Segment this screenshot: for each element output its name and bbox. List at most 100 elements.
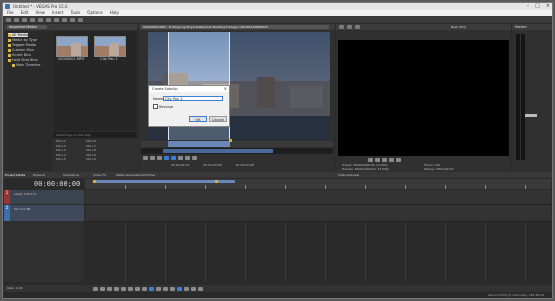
subclip-name-input[interactable]: City Pan 2 [163, 96, 223, 101]
video-track-header[interactable]: 1 Level: 100.0 % [4, 190, 84, 204]
audio-track-header[interactable]: 2 Vol: 0.0 dB [4, 205, 84, 221]
level-meter-right [521, 34, 525, 160]
shortcut-row: Ctrl+5 Ctrl+0 [56, 157, 96, 161]
trimmer-selection-bar[interactable] [168, 141, 230, 147]
play-icon[interactable] [143, 156, 148, 160]
close-icon[interactable]: × [546, 3, 550, 9]
undo-icon[interactable] [46, 17, 51, 22]
project-settings-icon[interactable] [339, 25, 344, 29]
title-bar: Untitled * - VEGAS Pro 15.0 – □ × [3, 3, 552, 10]
redo-icon[interactable] [54, 17, 59, 22]
media-bins-tree: All Media Media by Type Tagged Media Cus… [4, 31, 52, 171]
close-icon[interactable]: × [224, 86, 227, 92]
loop-icon[interactable] [100, 286, 105, 291]
timeline-ruler[interactable] [85, 179, 551, 189]
timeline-lanes[interactable] [85, 190, 551, 282]
go-to-start-icon[interactable] [135, 286, 140, 291]
tab-video-preview[interactable]: Video Preview [338, 173, 359, 177]
app-logo-icon [5, 4, 10, 9]
create-subclip-dialog: Create Subclip × Name: City Pan 2 Revers… [148, 85, 230, 127]
add-to-timeline-icon[interactable] [178, 156, 183, 160]
folder-icon [8, 48, 11, 52]
timecode-display: 00:00:00;00 [4, 179, 84, 189]
go-to-end-icon[interactable] [142, 286, 147, 291]
loop-region[interactable] [95, 180, 235, 183]
checkbox-icon[interactable] [153, 104, 158, 109]
media-thumbnail[interactable] [94, 36, 126, 57]
pause-icon[interactable] [121, 286, 126, 291]
split-screen-icon[interactable] [355, 25, 360, 29]
trimmer-timeline[interactable] [141, 139, 333, 147]
trim-icon[interactable] [170, 286, 175, 291]
marker-icon[interactable] [229, 139, 232, 142]
properties-icon[interactable] [30, 17, 35, 22]
media-thumbnail[interactable] [56, 36, 88, 57]
tree-item-tagged-media[interactable]: Tagged Media [8, 43, 36, 47]
stop-icon[interactable] [128, 286, 133, 291]
pause-icon[interactable] [382, 157, 387, 162]
go-to-end-icon[interactable] [396, 157, 401, 162]
stop-icon[interactable] [150, 156, 155, 160]
audio-track-lane[interactable] [85, 205, 551, 222]
media-view-dropdown[interactable]: Imported Media [7, 25, 47, 29]
set-in-icon[interactable] [164, 156, 169, 160]
loop-icon[interactable] [157, 156, 162, 160]
play-icon[interactable] [375, 157, 380, 162]
play-from-start-icon[interactable] [107, 286, 112, 291]
go-to-start-icon[interactable] [368, 157, 373, 162]
snapping-icon[interactable] [149, 286, 154, 291]
folder-icon [8, 53, 11, 57]
overwrite-icon[interactable] [185, 156, 190, 160]
tab-project-media[interactable]: Project Media [5, 173, 25, 177]
tree-item-smart-bins[interactable]: Smart Bins [8, 53, 31, 57]
marker-icon[interactable] [93, 180, 96, 183]
envelope-tool-icon[interactable] [70, 17, 75, 22]
reverse-checkbox[interactable]: Reverse [153, 104, 173, 109]
tree-item-hold-shot-bins[interactable]: Hold Shot Bins [8, 58, 38, 62]
tab-trimmer[interactable]: Trimmer [143, 173, 155, 177]
play-icon[interactable] [114, 286, 119, 291]
save-icon[interactable] [22, 17, 27, 22]
lock-envelopes-icon[interactable] [177, 286, 182, 291]
open-icon[interactable] [14, 17, 19, 22]
region-insert-icon[interactable] [198, 286, 203, 291]
record-icon[interactable] [93, 286, 98, 291]
master-bus-panel: Master [512, 24, 552, 172]
tab-video-fx[interactable]: Video FX [93, 173, 106, 177]
video-track-lane[interactable] [85, 190, 551, 205]
stop-icon[interactable] [389, 157, 394, 162]
maximize-icon[interactable]: □ [535, 3, 540, 9]
normal-edit-tool-icon[interactable] [62, 17, 67, 22]
tab-explorer[interactable]: Explorer [33, 173, 46, 177]
marker-icon[interactable] [215, 180, 218, 183]
tab-media-generators[interactable]: Media Generators [116, 173, 143, 177]
new-project-icon[interactable] [6, 17, 11, 22]
selection-tool-icon[interactable] [78, 17, 83, 22]
tag-shortcuts: Ctrl+1 Ctrl+6 Ctrl+2 Ctrl+7 Ctrl+3 Ctrl+8 C… [53, 139, 137, 169]
ok-button[interactable]: OK [189, 116, 207, 122]
status-bar: Record Time (2 channels): 145:36:02 [3, 292, 552, 298]
auto-ripple-icon[interactable] [156, 286, 161, 291]
trimmer-audio-strip[interactable] [141, 148, 333, 154]
main-toolbar [3, 16, 552, 23]
cancel-button[interactable]: Cancel [209, 116, 227, 122]
ignore-grouping-icon[interactable] [184, 286, 189, 291]
tab-transitions[interactable]: Transitions [63, 173, 79, 177]
master-fader[interactable] [525, 114, 537, 117]
trimmer-file-tab[interactable]: C0000001.MP4 - D:\Ongoing Projects\Rando… [141, 25, 329, 29]
tag-input[interactable]: Select tags or add tags [53, 132, 137, 138]
media-label: C0000001.MP4 [57, 57, 85, 61]
render-icon[interactable] [38, 17, 43, 22]
tree-item-custom-bins[interactable]: Custom Bins [8, 48, 34, 52]
set-out-icon[interactable] [171, 156, 176, 160]
split-icon[interactable] [163, 286, 168, 291]
preview-quality-dropdown[interactable]: Best (Full) [451, 25, 466, 29]
minimize-icon[interactable]: – [527, 3, 530, 9]
tree-item-all-media[interactable]: All Media [8, 33, 28, 37]
preview-fx-icon[interactable] [347, 25, 352, 29]
tree-item-main-timeline[interactable]: Main Timeline [12, 63, 40, 67]
create-subclip-icon[interactable] [192, 156, 197, 160]
tree-item-media-by-type[interactable]: Media by Type [8, 38, 37, 42]
timeline-transport: Rate: 0.00 [3, 285, 552, 292]
marker-insert-icon[interactable] [191, 286, 196, 291]
